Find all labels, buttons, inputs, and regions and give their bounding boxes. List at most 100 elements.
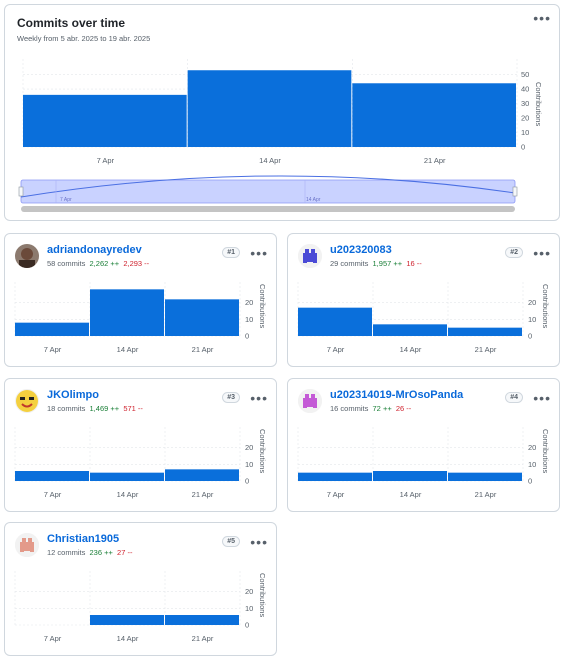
contributor-username[interactable]: JKOlimpo (47, 389, 99, 401)
y-axis-label: Contributions (541, 284, 550, 328)
contributor-stats: 12 commits 236 ++ 27 -- (47, 548, 132, 557)
contributor-stats: 58 commits 2,262 ++ 2,293 -- (47, 259, 149, 268)
y-axis-label: Contributions (534, 82, 543, 126)
bar-14-apr (373, 324, 447, 336)
additions-count: 2,262 ++ (89, 259, 120, 268)
additions-count: 72 ++ (372, 404, 392, 413)
additions-count: 1,957 ++ (372, 259, 403, 268)
contributor-card: Christian1905 12 commits 236 ++ 27 -- #5 ••… (4, 522, 277, 656)
bar-21-apr (165, 469, 239, 481)
commits-over-time-card: Commits over time Weekly from 5 abr. 202… (4, 4, 560, 221)
commit-count: 58 commits (47, 259, 86, 268)
x-tick-label: 14 Apr (400, 490, 422, 499)
rank-badge: #3 (222, 392, 240, 403)
contributor-card: u202314019-MrOsoPanda 16 commits 72 ++ 26… (287, 378, 560, 512)
identicon-avatar[interactable] (15, 533, 39, 557)
deletions-count: 16 -- (406, 259, 422, 268)
brush-handle-right[interactable] (512, 186, 518, 197)
x-tick-label: 7 Apr (97, 156, 115, 165)
contributor-card: u202320083 29 commits 1,957 ++ 16 -- #2 •••… (287, 233, 560, 367)
y-tick-label: 0 (245, 477, 249, 486)
contributor-username[interactable]: Christian1905 (47, 533, 119, 545)
y-tick-label: 10 (245, 315, 253, 324)
additions-count: 236 ++ (89, 548, 113, 557)
bar-7-apr (15, 471, 89, 481)
range-brush[interactable]: 7 Apr 14 Apr (18, 175, 518, 204)
deletions-count: 27 -- (117, 548, 133, 557)
brush-label-1: 7 Apr (60, 197, 72, 203)
rank-badge: #5 (222, 536, 240, 547)
y-tick-label: 10 (521, 128, 529, 137)
emoji-avatar[interactable] (15, 389, 39, 413)
x-tick-label: 7 Apr (327, 345, 345, 354)
y-tick-label: 20 (245, 443, 253, 452)
contributor-username[interactable]: u202320083 (330, 244, 392, 256)
y-tick-label: 20 (528, 443, 536, 452)
deletions-count: 2,293 -- (123, 259, 150, 268)
chart-bars (23, 70, 516, 147)
x-tick-label: 7 Apr (327, 490, 345, 499)
y-tick-label: 10 (528, 315, 536, 324)
more-options-button[interactable]: ••• (533, 391, 551, 405)
y-tick-label: 0 (245, 621, 249, 630)
contributor-stats: 29 commits 1,957 ++ 16 -- (330, 259, 422, 268)
y-axis-label: Contributions (258, 429, 267, 473)
additions-count: 1,469 ++ (89, 404, 120, 413)
rank-badge: #4 (505, 392, 523, 403)
rank-badge: #1 (222, 247, 240, 258)
y-tick-label: 50 (521, 70, 529, 79)
contributor-username[interactable]: u202314019-MrOsoPanda (330, 389, 463, 401)
bar-21-apr (448, 327, 522, 336)
photo-avatar[interactable] (15, 244, 39, 268)
y-tick-label: 10 (245, 604, 253, 613)
identicon-avatar[interactable] (298, 389, 322, 413)
contributor-username[interactable]: adriandonayredev (47, 244, 142, 256)
identicon-avatar[interactable] (298, 244, 322, 268)
commit-count: 16 commits (330, 404, 369, 413)
brush-handle-left[interactable] (18, 186, 24, 197)
more-options-button[interactable]: ••• (250, 246, 268, 260)
brush-scrollbar[interactable] (21, 206, 515, 212)
y-axis-label: Contributions (541, 429, 550, 473)
x-tick-label: 14 Apr (259, 156, 281, 165)
x-tick-label: 14 Apr (117, 634, 139, 643)
x-tick-label: 14 Apr (117, 490, 139, 499)
deletions-count: 571 -- (123, 404, 143, 413)
contributor-card: adriandonayredev 58 commits 2,262 ++ 2,29… (4, 233, 277, 367)
bar-7-apr (298, 472, 372, 481)
x-tick-label: 7 Apr (44, 634, 62, 643)
y-tick-label: 40 (521, 85, 529, 94)
bar-21-apr[interactable] (352, 83, 516, 147)
x-tick-label: 21 Apr (192, 634, 214, 643)
bar-14-apr (90, 472, 164, 481)
more-options-button[interactable]: ••• (250, 391, 268, 405)
y-tick-label: 0 (528, 477, 532, 486)
contributor-stats: 16 commits 72 ++ 26 -- (330, 404, 411, 413)
rank-badge: #2 (505, 247, 523, 258)
overview-chart: 0 10 20 30 40 50 7 Apr 14 Apr 21 Apr Contributi… (18, 59, 543, 212)
bar-21-apr (448, 472, 522, 481)
x-tick-label: 21 Apr (475, 345, 497, 354)
x-tick-label: 14 Apr (117, 345, 139, 354)
y-axis-label: Contributions (258, 573, 267, 617)
contributor-stats: 18 commits 1,469 ++ 571 -- (47, 404, 143, 413)
y-axis-label: Contributions (258, 284, 267, 328)
bar-14-apr (90, 289, 164, 336)
y-tick-label: 20 (245, 298, 253, 307)
more-options-button[interactable]: ••• (533, 246, 551, 260)
bar-7-apr[interactable] (23, 94, 187, 147)
bar-7-apr (298, 307, 372, 336)
bar-14-apr[interactable] (187, 70, 352, 147)
bar-14-apr (90, 615, 164, 625)
x-tick-label: 21 Apr (475, 490, 497, 499)
commit-count: 29 commits (330, 259, 369, 268)
bar-7-apr (15, 322, 89, 336)
commit-count: 12 commits (47, 548, 86, 557)
y-tick-label: 10 (245, 460, 253, 469)
y-tick-label: 0 (245, 332, 249, 341)
commit-count: 18 commits (47, 404, 86, 413)
y-tick-label: 30 (521, 99, 529, 108)
more-options-button[interactable]: ••• (250, 535, 268, 549)
contributor-card: JKOlimpo 18 commits 1,469 ++ 571 -- #3 ••• 0… (4, 378, 277, 512)
y-tick-label: 20 (521, 114, 529, 123)
